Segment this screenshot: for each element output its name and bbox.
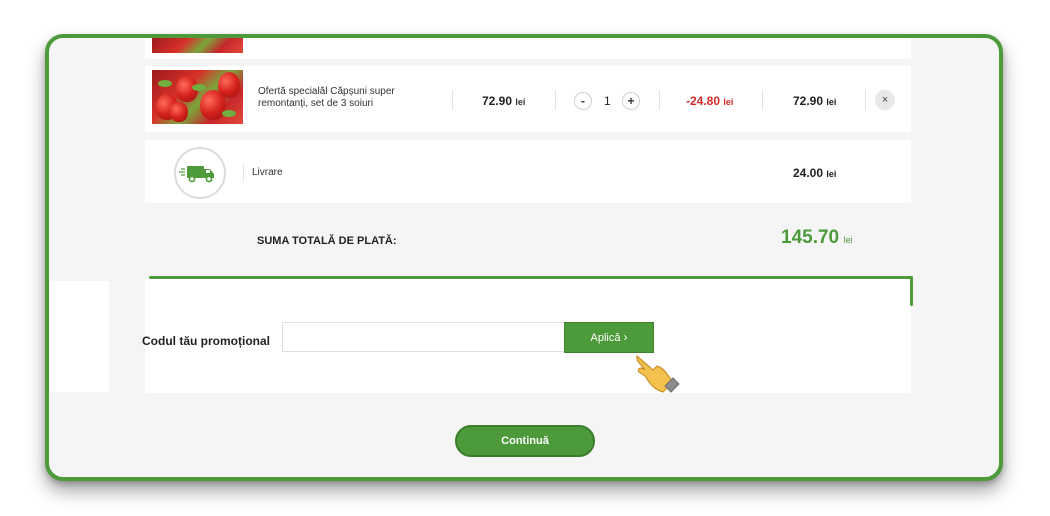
divider xyxy=(555,90,556,110)
product-name[interactable]: Ofertă specialăl Căpșuni super remontanț… xyxy=(258,86,395,110)
delivery-row: Livrare 24.00 lei xyxy=(145,140,911,203)
product-name-line-1[interactable]: Ofertă specialăl Căpșuni super xyxy=(258,86,395,98)
continue-button[interactable]: Continuă xyxy=(455,425,595,457)
divider xyxy=(762,90,763,110)
previous-product-image xyxy=(152,38,243,53)
delivery-badge xyxy=(174,147,226,199)
truck-icon xyxy=(179,166,214,183)
quantity-increase-button[interactable]: + xyxy=(622,92,640,110)
delivery-price-value: 24.00 xyxy=(793,166,824,180)
quantity-value[interactable]: 1 xyxy=(604,94,611,108)
promo-code-input[interactable] xyxy=(282,322,565,352)
discount-currency: lei xyxy=(723,97,734,107)
cart-page: Ofertă specialăl Căpșuni super remontanț… xyxy=(49,38,999,477)
screenshot-frame: Ofertă specialăl Căpșuni super remontanț… xyxy=(45,34,1003,481)
quantity-decrease-button[interactable]: - xyxy=(574,92,592,110)
cart-item-row: Ofertă specialăl Căpșuni super remontanț… xyxy=(145,66,911,132)
remove-item-button[interactable]: × xyxy=(875,90,895,110)
previous-cart-row xyxy=(145,38,911,59)
divider xyxy=(659,90,660,110)
product-line-total: 72.90 lei xyxy=(793,94,836,108)
delivery-price-currency: lei xyxy=(826,169,837,179)
product-unit-price: 72.90 lei xyxy=(482,94,525,108)
apply-promo-button[interactable]: Aplică › xyxy=(564,322,654,353)
left-side-panel xyxy=(49,281,109,392)
divider xyxy=(243,164,244,181)
discount-value: -24.80 xyxy=(686,94,721,108)
apply-promo-label[interactable]: Aplică xyxy=(590,332,620,344)
product-discount: -24.80 lei xyxy=(686,94,733,108)
delivery-label: Livrare xyxy=(252,167,283,178)
hand-pointer-icon xyxy=(636,354,680,393)
unit-price-value: 72.90 xyxy=(482,94,513,108)
total-amount: 145.70 lei xyxy=(781,227,853,249)
total-amount-value: 145.70 xyxy=(781,227,840,248)
promo-section-top-border xyxy=(149,276,913,279)
divider xyxy=(865,90,866,110)
line-total-currency: lei xyxy=(826,97,837,107)
product-image[interactable] xyxy=(152,70,243,124)
line-total-value: 72.90 xyxy=(793,94,824,108)
promo-label: Codul tău promoțional xyxy=(142,334,270,348)
product-name-line-2[interactable]: remontanți, set de 3 soiuri xyxy=(258,98,395,110)
divider xyxy=(452,90,453,110)
delivery-price: 24.00 lei xyxy=(793,166,836,180)
total-label: SUMA TOTALĂ DE PLATĂ: xyxy=(257,235,397,247)
promo-section-corner xyxy=(910,276,913,306)
unit-price-currency: lei xyxy=(515,97,526,107)
total-amount-currency: lei xyxy=(843,235,853,245)
chevron-right-icon: › xyxy=(623,330,628,344)
